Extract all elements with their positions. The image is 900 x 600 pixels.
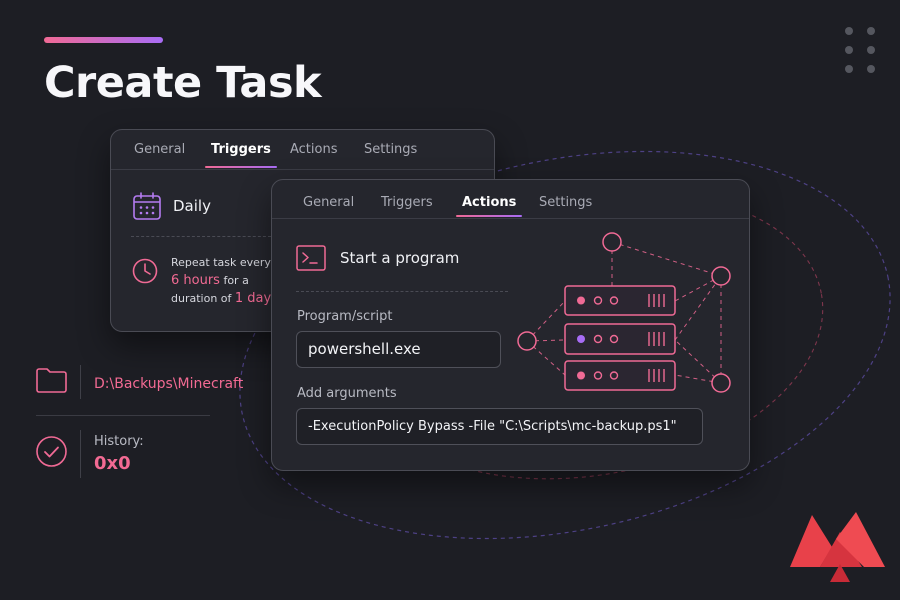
tab-actions[interactable]: Actions (455, 180, 523, 219)
folder-path: D:\Backups\Minecraft (94, 376, 244, 392)
tab-general[interactable]: General (134, 130, 185, 170)
accent-bar (44, 37, 163, 43)
triggers-tab-bar: General Triggers Actions Settings (111, 130, 494, 170)
repeat-prefix: Repeat task every (171, 256, 271, 269)
divider (36, 415, 210, 416)
dots-grid-icon (845, 27, 875, 75)
page-title: Create Task (44, 58, 322, 108)
server-network-icon (517, 232, 731, 393)
divider (131, 236, 271, 237)
program-script-label: Program/script (297, 309, 393, 324)
clock-icon (132, 258, 158, 284)
tab-triggers[interactable]: Triggers (205, 130, 277, 170)
repeat-middle2: duration of (171, 292, 232, 305)
add-arguments-label: Add arguments (297, 386, 397, 401)
tab-triggers[interactable]: Triggers (381, 180, 433, 219)
divider (80, 365, 81, 399)
folder-icon (36, 368, 67, 393)
check-circle-icon (36, 436, 67, 467)
schedule-daily[interactable]: Daily (173, 197, 211, 215)
tab-general[interactable]: General (303, 180, 354, 219)
program-script-input[interactable]: powershell.exe (296, 331, 501, 368)
history-value: 0x0 (94, 453, 131, 474)
repeat-duration: 1 day (234, 291, 272, 306)
brand-logo-icon (790, 512, 885, 582)
tab-settings[interactable]: Settings (539, 180, 592, 219)
actions-window: General Triggers Actions Settings Start … (271, 179, 750, 471)
repeat-interval: 6 hours (171, 273, 220, 288)
history-label: History: (94, 434, 144, 449)
terminal-icon (296, 245, 326, 271)
repeat-middle: for a (223, 274, 249, 287)
actions-tab-bar: General Triggers Actions Settings (272, 180, 749, 219)
divider (296, 291, 508, 292)
repeat-description: Repeat task every 6 hours for a duration… (171, 254, 281, 308)
action-start-program[interactable]: Start a program (340, 249, 459, 267)
tab-settings[interactable]: Settings (364, 130, 417, 170)
calendar-icon (133, 192, 161, 220)
divider (80, 430, 81, 478)
tab-actions[interactable]: Actions (290, 130, 338, 170)
